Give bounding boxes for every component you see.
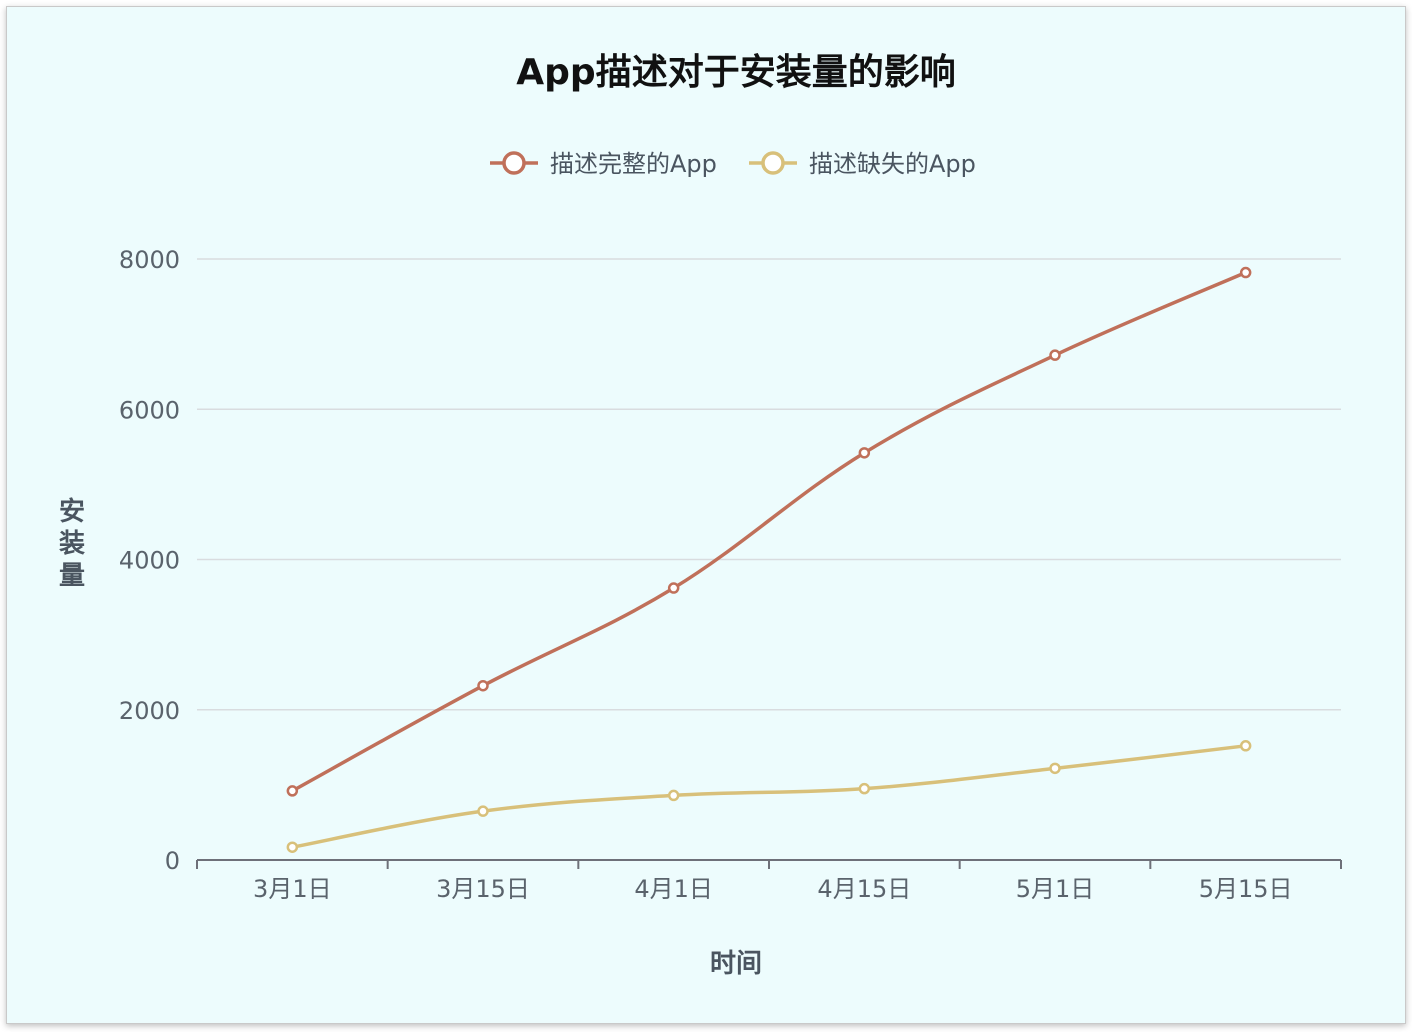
data-point[interactable]	[477, 805, 489, 817]
data-point[interactable]	[667, 789, 680, 802]
data-point[interactable]	[1239, 266, 1252, 279]
chart-title: App描述对于安装量的影响	[516, 52, 955, 93]
legend-label: 描述缺失的App	[809, 150, 976, 178]
data-point[interactable]	[1049, 349, 1061, 361]
x-tick-label: 5月15日	[1199, 875, 1293, 903]
y-tick-label: 6000	[119, 396, 180, 424]
legend-item-1[interactable]: 描述完整的App	[490, 150, 717, 178]
x-tick-label: 4月15日	[817, 875, 911, 903]
x-tick-label: 3月1日	[253, 875, 332, 903]
y-tick-label: 0	[165, 847, 180, 875]
x-axis: 3月1日 3月15日 4月1日 4月15日 5月1日 5月15日	[196, 859, 1342, 903]
series-2	[286, 740, 1252, 853]
data-point[interactable]	[286, 785, 299, 797]
line-chart: App描述对于安装量的影响 描述完整的App 描述缺失的App 0 2000 4000…	[59, 52, 1342, 979]
y-axis-label: 安装量	[59, 497, 85, 591]
legend: 描述完整的App 描述缺失的App	[490, 150, 976, 178]
y-axis-ticks: 0 2000 4000 6000 8000	[119, 246, 180, 875]
legend-marker-icon	[761, 151, 785, 175]
x-tick-label: 3月15日	[436, 875, 530, 903]
series-line	[291, 270, 1247, 793]
series-1	[286, 266, 1252, 797]
y-tick-label: 8000	[119, 246, 180, 274]
legend-label: 描述完整的App	[550, 150, 717, 178]
data-point[interactable]	[667, 582, 680, 594]
x-axis-label: 时间	[710, 949, 762, 979]
series-line	[292, 744, 1246, 849]
legend-marker-icon	[502, 151, 526, 175]
y-tick-label: 4000	[119, 547, 180, 575]
legend-item-2[interactable]: 描述缺失的App	[749, 150, 976, 178]
data-point[interactable]	[1239, 740, 1252, 752]
data-point[interactable]	[286, 841, 299, 853]
data-point[interactable]	[477, 679, 489, 692]
data-point[interactable]	[858, 447, 871, 459]
x-tick-label: 5月1日	[1016, 875, 1095, 903]
x-tick-label: 4月1日	[634, 875, 713, 903]
y-tick-label: 2000	[119, 697, 180, 725]
grid-lines	[197, 258, 1341, 711]
data-point[interactable]	[858, 782, 871, 795]
data-point[interactable]	[1049, 762, 1061, 775]
